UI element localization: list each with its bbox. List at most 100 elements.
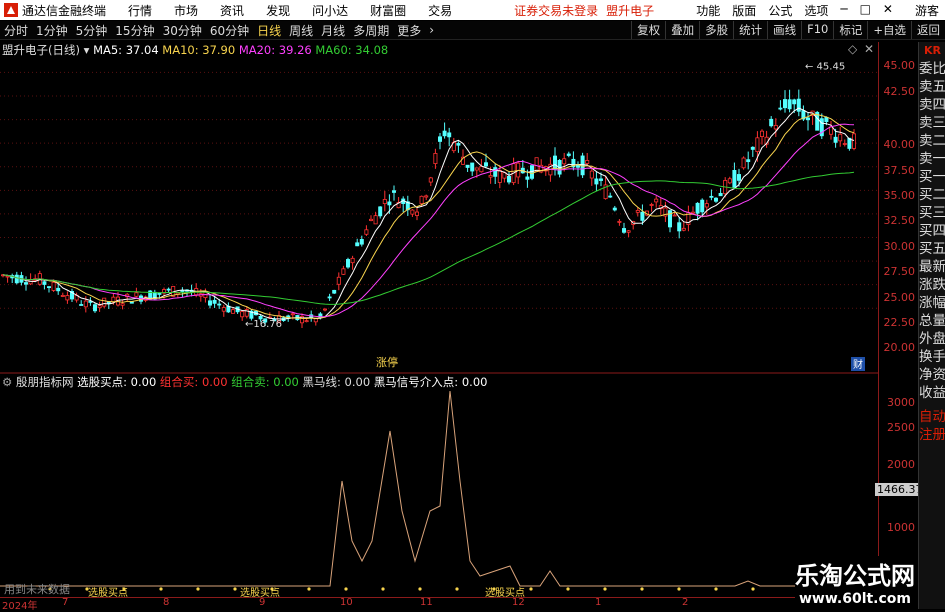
panel-item[interactable]: 换手: [919, 348, 945, 366]
stats-button[interactable]: 统计: [733, 21, 767, 39]
menu-layout[interactable]: 版面: [732, 2, 756, 19]
period-tab[interactable]: 周线: [285, 22, 317, 39]
candle-body: [714, 197, 719, 202]
menu-wealth[interactable]: 财富圈: [370, 2, 406, 19]
candle-body: [566, 153, 571, 156]
candle-body: [681, 227, 686, 231]
draw-button[interactable]: 画线: [767, 21, 801, 39]
sub-settings-icon[interactable]: ⚙: [2, 375, 12, 389]
date-label: 2024年: [2, 601, 38, 612]
mark-button[interactable]: 标记: [833, 21, 867, 39]
candle-body: [345, 259, 350, 268]
chevron-right-icon[interactable]: ›: [425, 23, 438, 37]
add-fav-button[interactable]: +自选: [867, 21, 911, 39]
menu-quotes[interactable]: 行情: [128, 2, 152, 19]
login-status[interactable]: 证券交易未登录: [514, 2, 598, 19]
buy-marker: [418, 587, 422, 591]
candle-body: [585, 160, 590, 164]
candle-body: [51, 281, 56, 291]
buy-marker: [455, 587, 459, 591]
buy-marker: [529, 587, 533, 591]
candle-body: [79, 304, 84, 306]
kr-tag[interactable]: KR: [919, 42, 945, 60]
buy-marker: [381, 587, 385, 591]
candle-body: [350, 257, 355, 264]
app-logo-icon: [4, 3, 18, 17]
close-icon[interactable]: ✕: [883, 2, 893, 19]
panel-item[interactable]: 委比: [919, 60, 945, 78]
candle-body: [732, 170, 737, 188]
period-tab-active[interactable]: 日线: [253, 22, 285, 39]
panel-item[interactable]: 买五: [919, 240, 945, 258]
guest-label[interactable]: 游客: [915, 2, 939, 19]
candle-body: [207, 300, 212, 306]
panel-item[interactable]: 买二: [919, 186, 945, 204]
back-button[interactable]: 返回: [911, 21, 945, 39]
ma10-line: [2, 113, 855, 320]
panel-item[interactable]: 买一: [919, 168, 945, 186]
sub-tick: 3000: [887, 396, 915, 409]
period-tab[interactable]: 30分钟: [159, 22, 206, 39]
more-tab[interactable]: 更多: [393, 22, 425, 39]
period-tab[interactable]: 月线: [317, 22, 349, 39]
menu-discover[interactable]: 发现: [266, 2, 290, 19]
period-tab[interactable]: 分时: [0, 22, 32, 39]
candle-body: [5, 275, 10, 278]
dropdown-icon[interactable]: ▾: [84, 43, 90, 57]
price-tick: 30.00: [883, 240, 916, 253]
panel-item[interactable]: 涨跌: [919, 276, 945, 294]
buy-marker: [714, 587, 718, 591]
period-tab[interactable]: 60分钟: [206, 22, 253, 39]
price-tick: 37.50: [883, 164, 916, 177]
buy-value: 选股买点: 0.00: [77, 375, 157, 389]
sub-tick: 2000: [887, 458, 915, 471]
panel-item[interactable]: 净资: [919, 366, 945, 384]
panel-item[interactable]: 收益: [919, 384, 945, 402]
panel-item[interactable]: 卖五: [919, 78, 945, 96]
fq-button[interactable]: 复权: [631, 21, 665, 39]
candle-body: [391, 190, 396, 193]
panel-item[interactable]: 外盘: [919, 330, 945, 348]
maximize-icon[interactable]: □: [860, 2, 871, 19]
menu-ask[interactable]: 问小达: [312, 2, 348, 19]
candle-body: [672, 214, 677, 217]
candle-body: [217, 303, 222, 306]
menu-function[interactable]: 功能: [696, 2, 720, 19]
panel-item[interactable]: 涨幅: [919, 294, 945, 312]
menu-formula[interactable]: 公式: [768, 2, 792, 19]
kline-chart[interactable]: ← 45.45 ←16.76 涨停 财: [0, 41, 878, 597]
black-value: 黑马线: 0.00: [302, 375, 371, 389]
panel-item[interactable]: 最新: [919, 258, 945, 276]
menu-market[interactable]: 市场: [174, 2, 198, 19]
candle-body: [626, 230, 631, 233]
panel-item-register[interactable]: 注册: [919, 426, 945, 444]
indicator-name: 殷朋指标网: [15, 375, 74, 389]
period-tab[interactable]: 15分钟: [111, 22, 158, 39]
menu-trade[interactable]: 交易: [428, 2, 452, 19]
candle-body: [474, 167, 479, 171]
close-chart-icon[interactable]: ✕: [864, 42, 874, 56]
menu-options[interactable]: 选项: [804, 2, 828, 19]
panel-item[interactable]: 卖一: [919, 150, 945, 168]
candle-body: [456, 143, 461, 146]
panel-item[interactable]: 卖四: [919, 96, 945, 114]
panel-item[interactable]: 卖二: [919, 132, 945, 150]
date-label: 8: [163, 597, 170, 608]
f10-button[interactable]: F10: [801, 21, 833, 39]
candle-body: [42, 281, 47, 285]
panel-item[interactable]: 买四: [919, 222, 945, 240]
period-tab[interactable]: 多周期: [349, 22, 393, 39]
panel-item[interactable]: 卖三: [919, 114, 945, 132]
menu-news[interactable]: 资讯: [220, 2, 244, 19]
panel-item[interactable]: 总量: [919, 312, 945, 330]
price-tick: 20.00: [883, 341, 916, 354]
minimize-icon[interactable]: ─: [840, 2, 847, 19]
multi-button[interactable]: 多股: [699, 21, 733, 39]
period-tab[interactable]: 5分钟: [72, 22, 112, 39]
panel-item-auto[interactable]: 自动: [919, 408, 945, 426]
overlay-button[interactable]: 叠加: [665, 21, 699, 39]
period-tab[interactable]: 1分钟: [32, 22, 72, 39]
settings-icon[interactable]: ◇: [848, 42, 857, 56]
panel-item[interactable]: 买三: [919, 204, 945, 222]
buy-marker: [233, 587, 237, 591]
